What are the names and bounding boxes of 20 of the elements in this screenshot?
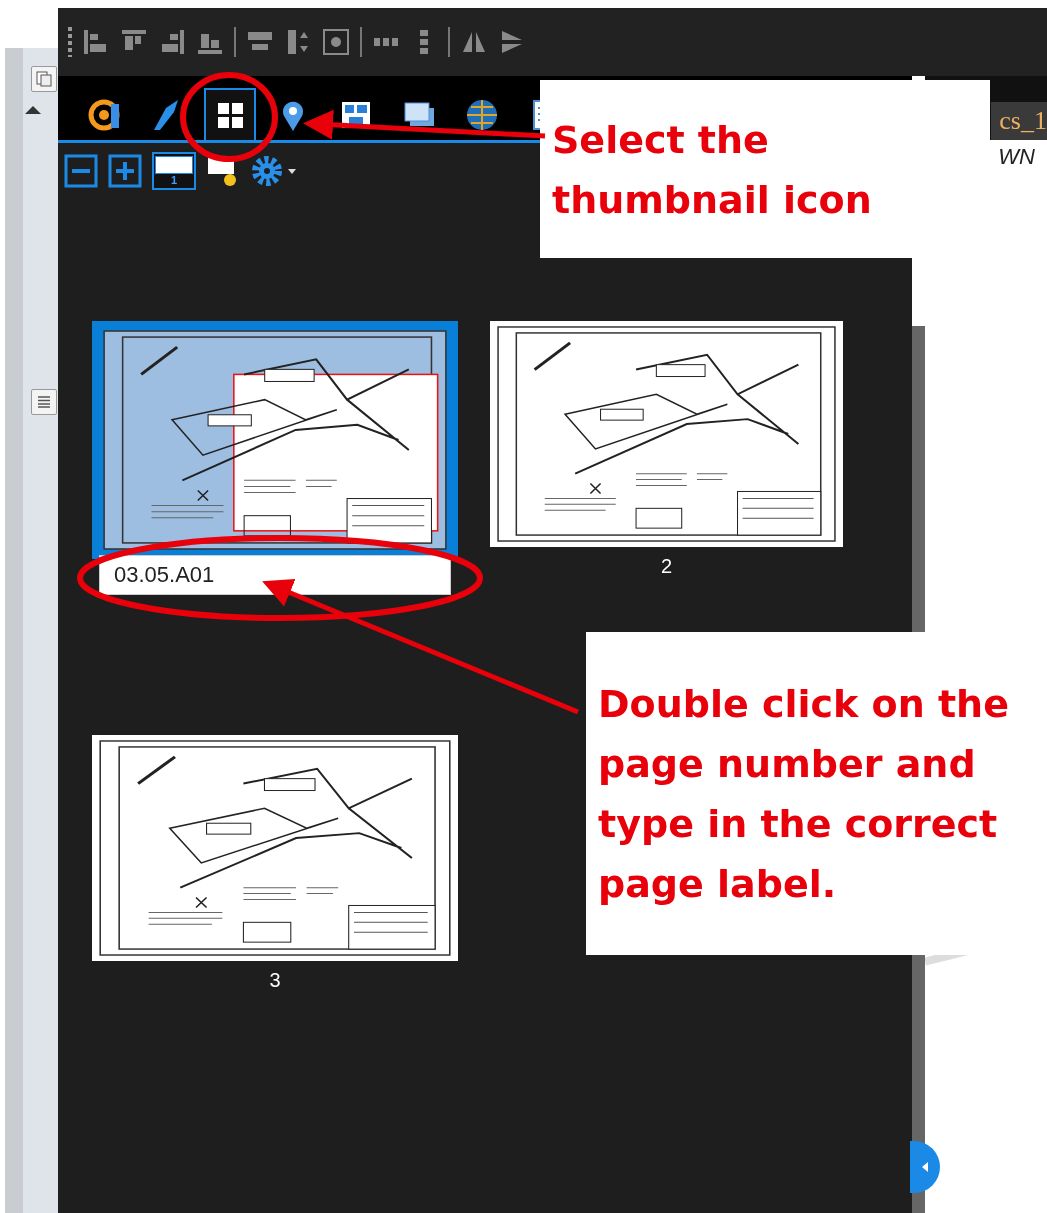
page-label: 2 bbox=[660, 555, 673, 578]
list-button[interactable] bbox=[30, 389, 57, 415]
collapse-button[interactable] bbox=[910, 1141, 940, 1193]
page-view-button[interactable] bbox=[30, 66, 57, 92]
zoom-out-button[interactable] bbox=[64, 154, 98, 188]
file-tab[interactable]: cs_1 bbox=[991, 102, 1047, 140]
center-icon[interactable] bbox=[322, 28, 350, 56]
scroll-up-icon[interactable] bbox=[24, 106, 41, 114]
zoom-in-button[interactable] bbox=[108, 154, 142, 188]
instruction-tooltip: Select the thumbnail icon bbox=[540, 80, 990, 258]
document-subtitle: WN bbox=[998, 144, 1036, 170]
globe-icon bbox=[465, 98, 499, 132]
instruction-tooltip: Double click on the page number and type in the correct page label. bbox=[586, 632, 1047, 955]
page-label: 3 bbox=[269, 969, 281, 992]
page-label-button[interactable]: 1 bbox=[152, 152, 196, 190]
toolbar-grip[interactable] bbox=[68, 27, 72, 57]
properties-icon bbox=[87, 98, 121, 132]
page-label-field[interactable]: 03.05.A01 bbox=[99, 555, 451, 595]
thumbnails-tab[interactable] bbox=[204, 88, 256, 140]
lines-icon bbox=[36, 396, 51, 408]
